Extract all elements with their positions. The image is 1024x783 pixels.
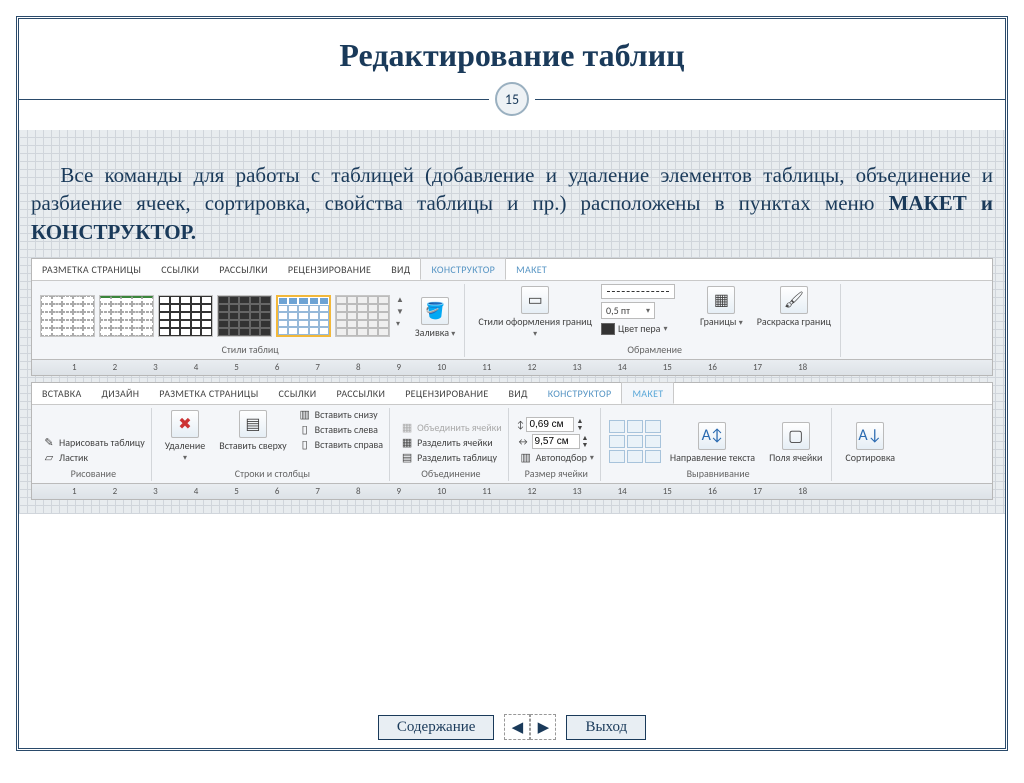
- pen-color-button[interactable]: Цвет пера ▾: [601, 322, 691, 335]
- horizontal-ruler: 123456789101112131415161718: [32, 359, 992, 375]
- group-merge-label: Объединение: [398, 467, 504, 480]
- border-styles-button[interactable]: ▭ Стили оформления границ▾: [473, 284, 597, 341]
- exit-button[interactable]: Выход: [566, 715, 646, 740]
- borders-button[interactable]: ▦ Границы ▾: [695, 284, 748, 330]
- body-text-run: Все команды для работы с таблицей (добав…: [31, 163, 993, 215]
- ribbon-layout: ВСТАВКА ДИЗАЙН РАЗМЕТКА СТРАНИЦЫ ССЫЛКИ …: [31, 382, 993, 500]
- border-painter-button[interactable]: 🖌 Раскраска границ: [752, 284, 836, 329]
- tab-constructor[interactable]: КОНСТРУКТОР: [538, 383, 622, 404]
- ribbon-constructor: РАЗМЕТКА СТРАНИЦЫ ССЫЛКИ РАССЫЛКИ РЕЦЕНЗ…: [31, 258, 993, 376]
- slide-title: Редактирование таблиц: [19, 37, 1005, 74]
- tab-insert[interactable]: ВСТАВКА: [32, 383, 92, 404]
- insert-row-above-icon: ▤: [239, 410, 267, 438]
- group-alignment-label: Выравнивание: [609, 467, 828, 480]
- sort-icon: A↓: [856, 422, 884, 450]
- pen-color-icon: [601, 323, 615, 335]
- table-style-thumb[interactable]: [335, 295, 390, 337]
- insert-row-below-icon: ▥: [298, 408, 312, 422]
- alignment-grid[interactable]: [609, 420, 661, 463]
- tab-view[interactable]: ВИД: [381, 259, 420, 280]
- tab-page-layout[interactable]: РАЗМЕТКА СТРАНИЦЫ: [149, 383, 268, 404]
- tab-layout[interactable]: МАКЕТ: [506, 259, 557, 280]
- prev-arrow-button[interactable]: ◀: [504, 714, 530, 740]
- col-width-icon: ↔: [517, 435, 530, 448]
- insert-col-right-icon: ▯: [298, 438, 312, 452]
- cell-margins-icon: ▢: [782, 422, 810, 450]
- paint-bucket-icon: 🪣: [421, 297, 449, 325]
- insert-col-left-icon: ▯: [298, 423, 312, 437]
- text-direction-icon: A↕: [698, 422, 726, 450]
- row-height-icon: ↕: [517, 418, 525, 431]
- split-table-button[interactable]: ▤Разделить таблицу: [398, 451, 504, 465]
- group-table-styles-label: Стили таблиц: [40, 343, 460, 356]
- tab-mailings[interactable]: РАССЫЛКИ: [209, 259, 278, 280]
- gallery-down-icon[interactable]: ▼: [396, 307, 404, 317]
- merge-cells-button: ▦Объединить ячейки: [398, 421, 504, 435]
- ribbon2-tabs: ВСТАВКА ДИЗАЙН РАЗМЕТКА СТРАНИЦЫ ССЫЛКИ …: [32, 383, 992, 405]
- sort-button[interactable]: A↓ Сортировка: [840, 420, 900, 465]
- cell-margins-button[interactable]: ▢ Поля ячейки: [764, 420, 827, 465]
- horizontal-ruler-2: 123456789101112131415161718: [32, 483, 992, 499]
- row-height-spinner[interactable]: ↕▲▼: [517, 417, 596, 432]
- table-style-thumb[interactable]: [158, 295, 213, 337]
- tab-design[interactable]: ДИЗАЙН: [92, 383, 150, 404]
- table-style-thumb[interactable]: [217, 295, 272, 337]
- delete-button[interactable]: ✖ Удаление▾: [160, 408, 211, 465]
- pencil-icon: ✎: [42, 436, 56, 450]
- table-style-thumb[interactable]: [99, 295, 154, 337]
- tab-page-layout[interactable]: РАЗМЕТКА СТРАНИЦЫ: [32, 259, 151, 280]
- tab-references[interactable]: ССЫЛКИ: [151, 259, 209, 280]
- text-direction-button[interactable]: A↕ Направление текста: [665, 420, 760, 465]
- insert-left-button[interactable]: ▯Вставить слева: [296, 423, 385, 437]
- borders-icon: ▦: [707, 286, 735, 314]
- eraser-button[interactable]: ▱Ластик: [40, 451, 147, 465]
- page-number-badge: 15: [495, 82, 529, 116]
- merge-cells-icon: ▦: [400, 421, 414, 435]
- gallery-more-icon[interactable]: ▾: [396, 319, 404, 329]
- body-text: Все команды для работы с таблицей (добав…: [31, 161, 993, 246]
- group-cell-size-label: Размер ячейки: [517, 467, 596, 480]
- insert-right-button[interactable]: ▯Вставить справа: [296, 438, 385, 452]
- autofit-icon: ▥: [519, 451, 533, 465]
- draw-table-button[interactable]: ✎Нарисовать таблицу: [40, 436, 147, 450]
- col-width-spinner[interactable]: ↔▲▼: [517, 434, 596, 449]
- delete-icon: ✖: [171, 410, 199, 438]
- border-line-style-selector[interactable]: [601, 284, 675, 299]
- tab-constructor[interactable]: КОНСТРУКТОР: [420, 258, 506, 280]
- border-width-selector[interactable]: 0,5 пт▾: [601, 302, 655, 319]
- gallery-up-icon[interactable]: ▲: [396, 295, 404, 305]
- tab-view[interactable]: ВИД: [499, 383, 538, 404]
- table-style-thumb-selected[interactable]: [276, 295, 331, 337]
- split-table-icon: ▤: [400, 451, 414, 465]
- border-style-icon: ▭: [521, 286, 549, 314]
- group-rows-cols-label: Строки и столбцы: [160, 467, 385, 480]
- insert-above-button[interactable]: ▤ Вставить сверху: [214, 408, 291, 453]
- tab-layout-active[interactable]: МАКЕТ: [621, 382, 674, 404]
- tab-review[interactable]: РЕЦЕНЗИРОВАНИЕ: [395, 383, 498, 404]
- page-number-row: 15: [19, 82, 1005, 116]
- tab-mailings[interactable]: РАССЫЛКИ: [326, 383, 395, 404]
- next-arrow-button[interactable]: ▶: [530, 714, 556, 740]
- table-style-thumb[interactable]: [40, 295, 95, 337]
- contents-button[interactable]: Содержание: [378, 715, 495, 740]
- fill-button[interactable]: 🪣 Заливка ▾: [410, 295, 460, 341]
- split-cells-icon: ▦: [400, 436, 414, 450]
- group-border-label: Обрамление: [473, 343, 836, 356]
- split-cells-button[interactable]: ▦Разделить ячейки: [398, 436, 504, 450]
- insert-below-button[interactable]: ▥Вставить снизу: [296, 408, 385, 422]
- tab-references[interactable]: ССЫЛКИ: [269, 383, 327, 404]
- footer-nav: Содержание ◀ ▶ Выход: [19, 714, 1005, 740]
- group-data-label: [840, 467, 900, 480]
- ribbon1-tabs: РАЗМЕТКА СТРАНИЦЫ ССЫЛКИ РАССЫЛКИ РЕЦЕНЗ…: [32, 259, 992, 281]
- autofit-button[interactable]: ▥Автоподбор ▾: [517, 451, 596, 465]
- paint-brush-icon: 🖌: [780, 286, 808, 314]
- eraser-icon: ▱: [42, 451, 56, 465]
- tab-review[interactable]: РЕЦЕНЗИРОВАНИЕ: [278, 259, 381, 280]
- group-drawing-label: Рисование: [40, 467, 147, 480]
